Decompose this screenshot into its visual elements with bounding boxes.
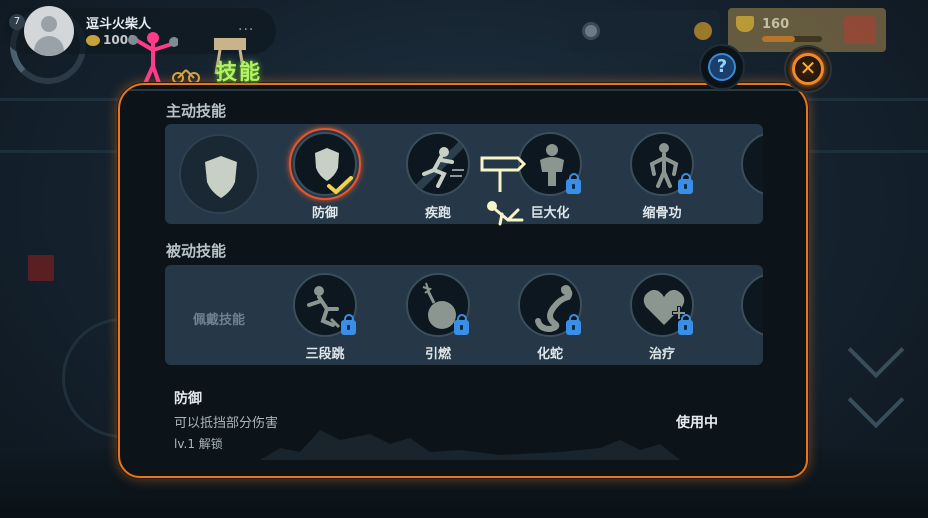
chevron-down-icon <box>847 321 905 379</box>
active-skills-row: 防御 疾跑 巨大化 缩骨功 <box>165 124 763 224</box>
close-button[interactable]: ✕ <box>784 45 832 93</box>
skill-label: 疾跑 <box>424 206 451 221</box>
shield-icon <box>205 156 237 198</box>
chevron-down-icon <box>847 371 905 429</box>
skill-detail-unlock: lv.1 解锁 <box>174 437 223 451</box>
skill-ignite[interactable]: 引燃 <box>393 265 483 365</box>
gold-coin-icon <box>694 22 712 40</box>
skill-label: 缩骨功 <box>642 206 682 221</box>
background-crate <box>28 255 54 281</box>
question-icon: ? <box>708 53 736 81</box>
skill-heal[interactable]: 治疗 <box>617 265 707 365</box>
skill-label: 防御 <box>311 206 338 221</box>
lock-icon <box>566 173 581 194</box>
skill-label: 三段跳 <box>305 347 345 362</box>
active-skills-title: 主动技能 <box>166 102 227 120</box>
passive-skills-row: 佩戴技能 三段跳 引燃 化蛇 治疗 <box>165 265 763 365</box>
pink-stickman-icon <box>128 32 178 88</box>
lock-icon <box>341 314 356 335</box>
skill-snake[interactable]: 化蛇 <box>505 265 595 365</box>
lock-icon <box>566 314 581 335</box>
close-icon: ✕ <box>792 53 824 85</box>
lock-icon <box>454 314 469 335</box>
skill-label: 引燃 <box>424 347 451 362</box>
level-badge: 7 <box>9 14 25 30</box>
more-options-icon[interactable]: ... <box>238 18 254 34</box>
lock-icon <box>678 314 693 335</box>
skill-next-partial[interactable] <box>741 273 763 337</box>
passive-skills-title: 被动技能 <box>166 242 227 260</box>
gem-icon <box>582 22 600 40</box>
lock-icon <box>678 173 693 194</box>
skill-shrink[interactable]: 缩骨功 <box>617 124 707 224</box>
skill-detail-name: 防御 <box>174 391 202 407</box>
check-icon <box>327 176 353 194</box>
bicycle-icon <box>172 69 200 84</box>
trophy-icon <box>736 16 754 32</box>
signpost-stickman-icon <box>480 156 527 226</box>
skill-next-partial[interactable] <box>741 132 763 196</box>
skill-label: 化蛇 <box>536 347 563 362</box>
skill-label: 治疗 <box>648 347 675 362</box>
page-title: 技能 <box>216 60 262 84</box>
coin-icon <box>86 35 100 46</box>
skill-defense[interactable]: 防御 <box>280 124 370 224</box>
trophy-progress <box>762 36 822 42</box>
skill-sprint[interactable]: 疾跑 <box>393 124 483 224</box>
trophy-value: 160 <box>762 17 790 32</box>
currency-bar[interactable] <box>568 10 720 52</box>
skill-status[interactable]: 使用中 <box>676 412 718 432</box>
chest-icon[interactable] <box>844 16 876 44</box>
equip-skill-slot[interactable]: 佩戴技能 <box>193 309 245 328</box>
avatar[interactable] <box>24 6 74 56</box>
help-button[interactable]: ? <box>699 44 745 90</box>
battlefield-silhouette <box>260 430 680 460</box>
sprint-icon <box>408 134 468 194</box>
skill-triple-jump[interactable]: 三段跳 <box>280 265 370 365</box>
equipped-skill-slot[interactable] <box>179 134 259 214</box>
